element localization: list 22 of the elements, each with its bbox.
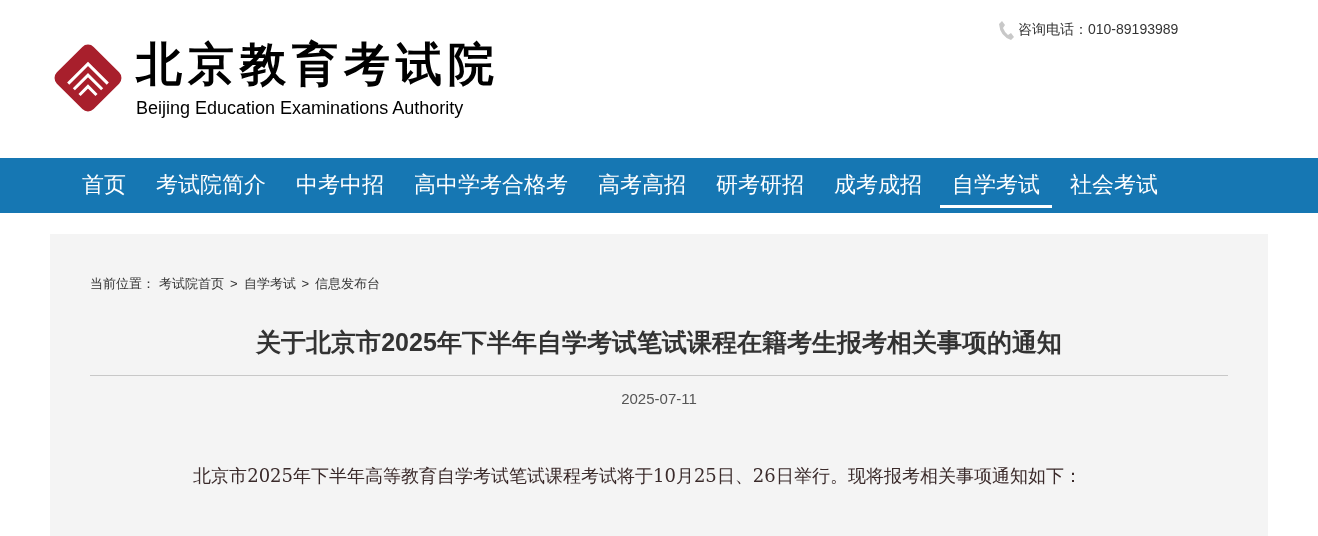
phone-icon (998, 19, 1014, 40)
breadcrumb-label: 当前位置： (90, 275, 155, 293)
nav-tab[interactable]: 成考成招 (822, 163, 934, 208)
nav-tab[interactable]: 中考中招 (284, 163, 396, 208)
logo-title: 北京教育考试院 (136, 36, 500, 92)
breadcrumb-link[interactable]: 信息发布台 (315, 274, 381, 294)
logo-subtitle: Beijing Education Examinations Authority (136, 97, 465, 120)
article-title: 关于北京市2025年下半年自学考试笔试课程在籍考生报考相关事项的通知 (90, 323, 1228, 376)
breadcrumb-link[interactable]: 自学考试 (243, 274, 296, 294)
nav-tab[interactable]: 社会考试 (1058, 163, 1170, 208)
article-date: 2025-07-11 (620, 389, 698, 409)
breadcrumb-separator: > (300, 275, 311, 293)
nav-tab[interactable]: 高考高招 (586, 163, 698, 208)
nav-tab[interactable]: 高中学考合格考 (402, 163, 580, 208)
nav-tab[interactable]: 考试院简介 (144, 163, 278, 208)
nav-tab[interactable]: 自学考试 (940, 163, 1052, 208)
breadcrumb-link[interactable]: 考试院首页 (159, 274, 224, 294)
breadcrumb-separator: > (229, 275, 239, 293)
nav-tab[interactable]: 首页 (70, 163, 138, 208)
nav-tab[interactable]: 研考研招 (704, 163, 816, 208)
article-paragraph: 北京市2025年下半年高等教育自学考试笔试课程考试将于10月25日、26日举行。现将报考相关事项通知如下： (192, 463, 1083, 488)
hotline-text: 咨询电话：010-89193989 (1018, 20, 1179, 39)
